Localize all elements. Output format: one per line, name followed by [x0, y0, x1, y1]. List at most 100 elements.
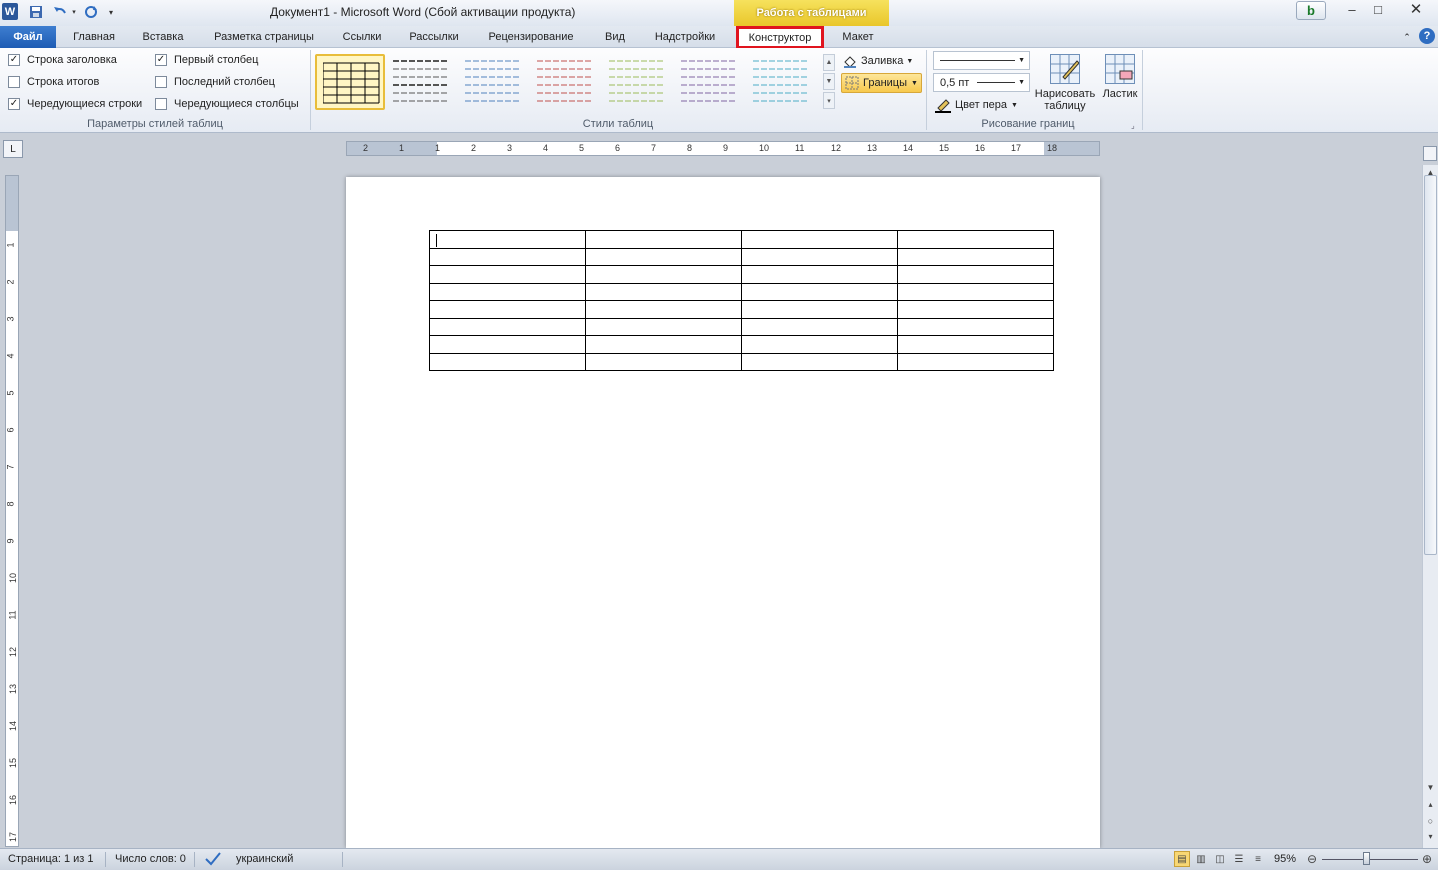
pen-color-button[interactable]: Цвет пера ▼ — [935, 96, 1018, 114]
shading-dropdown-icon[interactable]: ▼ — [906, 58, 913, 65]
zoom-slider-thumb[interactable] — [1363, 852, 1371, 865]
document-table[interactable] — [429, 230, 1054, 371]
table-cell[interactable] — [897, 335, 1054, 354]
table-cell[interactable] — [741, 317, 898, 336]
view-ruler-icon[interactable] — [1423, 146, 1437, 161]
table-style-swatch[interactable] — [603, 54, 673, 110]
tab-selector-button[interactable]: L — [3, 140, 23, 158]
total-row-checkbox[interactable] — [8, 76, 20, 88]
tab-references[interactable]: Ссылки — [334, 26, 390, 48]
undo-dropdown-icon[interactable]: ▾ — [70, 3, 78, 21]
table-style-swatch[interactable] — [459, 54, 529, 110]
minimize-ribbon-icon[interactable]: ⌃ — [1400, 26, 1414, 48]
tab-view[interactable]: Вид — [596, 26, 634, 48]
table-cell[interactable] — [429, 335, 586, 354]
table-cell[interactable] — [741, 335, 898, 354]
table-style-swatch[interactable] — [387, 54, 457, 110]
banded-columns-option[interactable]: Чередующиеся столбцы — [155, 98, 299, 110]
tab-table-layout[interactable]: Макет — [830, 26, 886, 48]
full-screen-reading-icon[interactable]: ▥ — [1193, 851, 1209, 867]
last-column-checkbox[interactable] — [155, 76, 167, 88]
first-column-checkbox[interactable]: ✓ — [155, 54, 167, 66]
table-cell[interactable] — [585, 352, 742, 371]
web-layout-icon[interactable]: ◫ — [1212, 851, 1228, 867]
gallery-down-icon[interactable]: ▼ — [823, 73, 835, 90]
banded-columns-checkbox[interactable] — [155, 98, 167, 110]
banded-rows-checkbox[interactable]: ✓ — [8, 98, 20, 110]
tab-file[interactable]: Файл — [0, 26, 56, 48]
gallery-up-icon[interactable]: ▲ — [823, 54, 835, 71]
line-style-dropdown[interactable]: ▼ — [933, 51, 1030, 70]
table-cell[interactable] — [429, 300, 586, 319]
tab-design[interactable]: Конструктор — [736, 26, 824, 49]
customize-qat-icon[interactable]: ▾ — [106, 3, 116, 21]
tab-review[interactable]: Рецензирование — [478, 26, 584, 48]
next-page-icon[interactable]: ▾ — [1423, 829, 1438, 844]
zoom-in-icon[interactable]: ⊕ — [1419, 851, 1435, 867]
minimize-icon[interactable]: – — [1339, 0, 1365, 18]
total-row-option[interactable]: Строка итогов — [8, 76, 99, 88]
bing-icon[interactable]: b — [1296, 1, 1326, 20]
tab-home[interactable]: Главная — [62, 26, 126, 48]
tab-page-layout[interactable]: Разметка страницы — [204, 26, 324, 48]
table-cell[interactable] — [429, 247, 586, 266]
borders-dropdown-icon[interactable]: ▼ — [911, 80, 918, 87]
banded-rows-option[interactable]: ✓ Чередующиеся строки — [8, 98, 142, 110]
table-cell[interactable] — [429, 282, 586, 301]
table-cell[interactable] — [585, 230, 742, 249]
vertical-scrollbar[interactable]: ▲ ▼ ▴ ○ ▾ — [1422, 165, 1438, 848]
last-column-option[interactable]: Последний столбец — [155, 76, 275, 88]
eraser-button[interactable]: Ластик — [1100, 54, 1140, 100]
draft-icon[interactable]: ≡ — [1250, 851, 1266, 867]
page-count[interactable]: Страница: 1 из 1 — [8, 853, 94, 865]
maximize-icon[interactable]: □ — [1365, 0, 1391, 18]
scroll-down-icon[interactable]: ▼ — [1423, 780, 1438, 795]
table-cell[interactable] — [429, 265, 586, 284]
table-cell[interactable] — [897, 352, 1054, 371]
table-cell[interactable] — [429, 230, 586, 249]
redo-icon[interactable] — [82, 3, 100, 21]
table-style-swatch[interactable] — [531, 54, 601, 110]
table-cell[interactable] — [897, 265, 1054, 284]
zoom-level[interactable]: 95% — [1274, 853, 1296, 865]
close-icon[interactable]: ✕ — [1399, 0, 1433, 18]
tab-mailings[interactable]: Рассылки — [400, 26, 468, 48]
scroll-thumb[interactable] — [1424, 175, 1437, 555]
table-cell[interactable] — [585, 317, 742, 336]
zoom-out-icon[interactable]: ⊖ — [1304, 851, 1320, 867]
table-cell[interactable] — [585, 300, 742, 319]
dialog-launcher-icon[interactable]: ⌟ — [1131, 121, 1135, 130]
tab-addins[interactable]: Надстройки — [644, 26, 726, 48]
header-row-option[interactable]: ✓ Строка заголовка — [8, 54, 117, 66]
table-cell[interactable] — [585, 265, 742, 284]
table-cell[interactable] — [585, 247, 742, 266]
undo-icon[interactable] — [49, 3, 71, 21]
first-column-option[interactable]: ✓ Первый столбец — [155, 54, 258, 66]
word-icon[interactable]: W — [2, 3, 18, 20]
header-row-checkbox[interactable]: ✓ — [8, 54, 20, 66]
table-style-swatch[interactable] — [675, 54, 745, 110]
print-layout-icon[interactable]: ▤ — [1174, 851, 1190, 867]
horizontal-ruler[interactable]: 2 1 1 2 3 4 5 6 7 8 9 10 11 12 13 14 15 16 17 18 — [346, 141, 1100, 156]
table-cell[interactable] — [897, 282, 1054, 301]
table-cell[interactable] — [897, 247, 1054, 266]
table-cell[interactable] — [897, 230, 1054, 249]
table-cell[interactable] — [741, 300, 898, 319]
word-count[interactable]: Число слов: 0 — [115, 853, 186, 865]
table-cell[interactable] — [897, 300, 1054, 319]
table-style-swatch[interactable] — [315, 54, 385, 110]
proofing-icon[interactable] — [204, 851, 222, 870]
table-cell[interactable] — [741, 282, 898, 301]
draw-table-button[interactable]: Нарисовать таблицу — [1032, 54, 1098, 112]
browse-object-icon[interactable]: ○ — [1423, 813, 1438, 828]
document-page[interactable] — [346, 177, 1100, 848]
help-icon[interactable]: ? — [1419, 28, 1435, 44]
borders-button[interactable]: Границы ▼ — [841, 73, 922, 93]
outline-icon[interactable]: ☰ — [1231, 851, 1247, 867]
gallery-more-icon[interactable]: ▾ — [823, 92, 835, 109]
tab-insert[interactable]: Вставка — [132, 26, 194, 48]
table-cell[interactable] — [741, 230, 898, 249]
table-cell[interactable] — [741, 247, 898, 266]
prev-page-icon[interactable]: ▴ — [1423, 797, 1438, 812]
table-cell[interactable] — [741, 265, 898, 284]
